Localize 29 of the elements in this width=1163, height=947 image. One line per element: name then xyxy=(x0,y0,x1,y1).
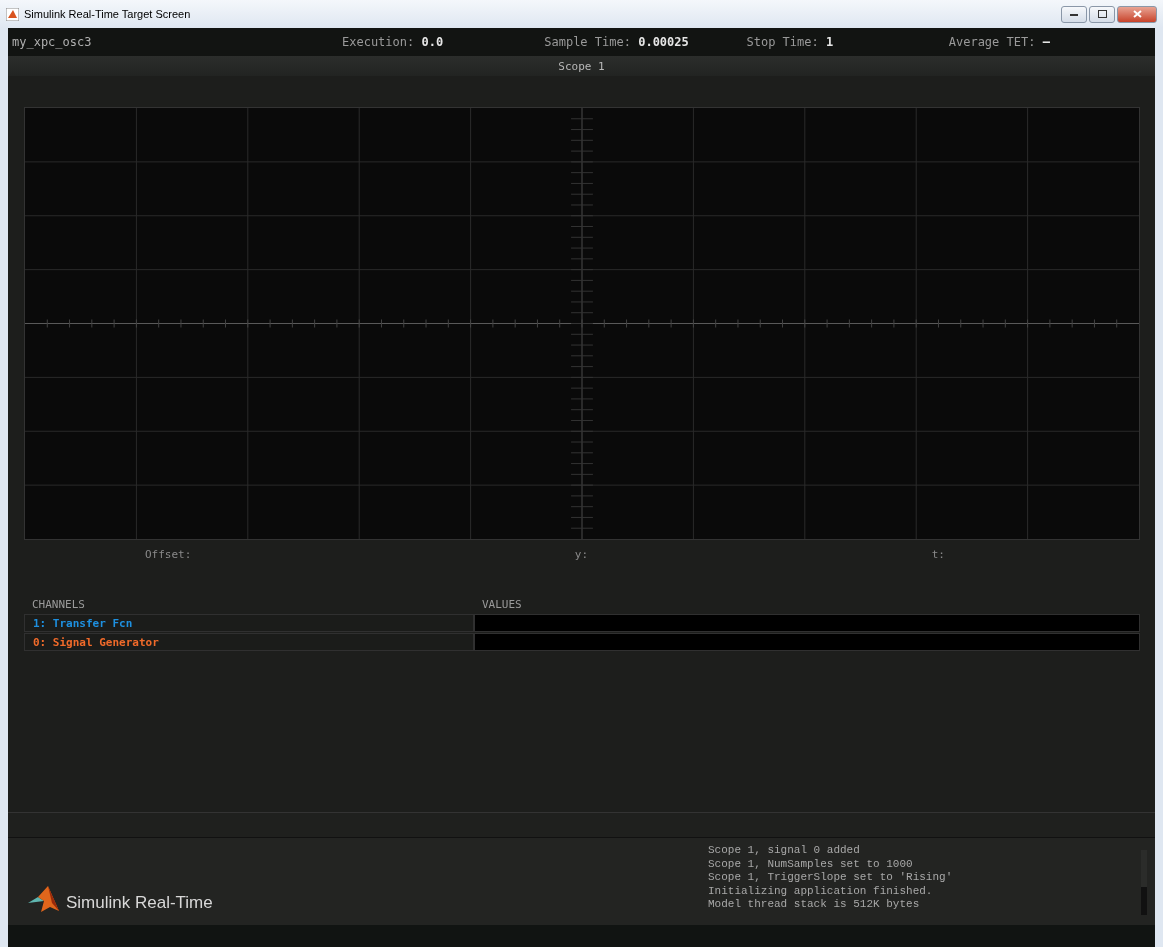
channel-name: 0: Signal Generator xyxy=(24,633,474,651)
window-title: Simulink Real-Time Target Screen xyxy=(24,8,192,20)
maximize-icon xyxy=(1097,10,1107,18)
log-line: Scope 1, NumSamples set to 1000 xyxy=(708,857,914,871)
model-name: my_xpc_osc3 xyxy=(12,35,93,49)
readout-label: t: xyxy=(931,548,945,563)
status-reading: Sample Time: 0.00025 xyxy=(544,35,689,49)
readout-label: y: xyxy=(574,548,589,563)
status-reading: Stop Time: 1 xyxy=(746,35,834,49)
scope-title-bar: Scope 1 xyxy=(8,56,1155,76)
readout-label: Offset: xyxy=(145,548,192,563)
maximize-button[interactable] xyxy=(1089,5,1115,23)
app-icon xyxy=(6,7,19,21)
status-reading: Average TET: – xyxy=(948,35,1050,49)
minimize-button[interactable] xyxy=(1061,5,1087,23)
log-line: Model thread stack is 512K bytes xyxy=(708,898,921,912)
minimize-icon xyxy=(1070,12,1078,16)
channel-name: 1: Transfer Fcn xyxy=(24,614,474,632)
scrollbar[interactable] xyxy=(1141,850,1147,915)
brand-name: Simulink Real-Time xyxy=(66,893,213,913)
close-icon xyxy=(1132,10,1142,18)
column-header: VALUES xyxy=(481,598,523,613)
log-line: Scope 1, TriggerSlope set to 'Rising' xyxy=(708,871,954,885)
close-button[interactable] xyxy=(1117,5,1157,23)
log-line: Scope 1, signal 0 added xyxy=(708,844,861,858)
membrane-logo-icon xyxy=(28,885,60,913)
column-header: CHANNELS xyxy=(31,598,86,613)
status-reading: Execution: 0.0 xyxy=(342,35,444,49)
log-line: Initializing application finished. xyxy=(708,884,934,898)
